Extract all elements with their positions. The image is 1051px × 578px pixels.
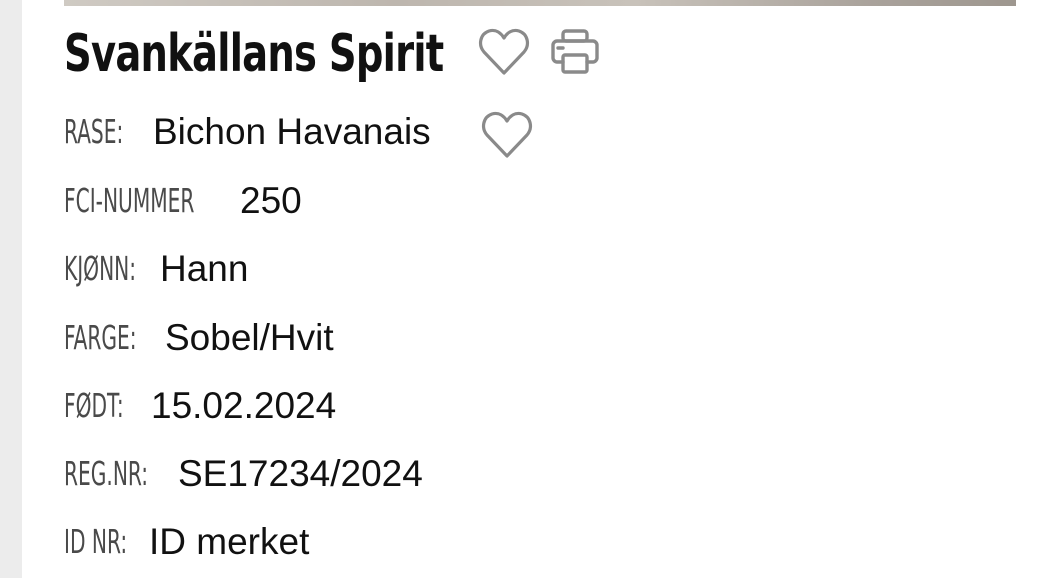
fci-number-label: FCI-NUMMER	[64, 181, 195, 220]
dog-name-title: Svankällans Spirit	[64, 24, 444, 84]
breed-label: RASE:	[64, 112, 124, 151]
page-gutter	[0, 0, 22, 578]
favorite-heart-icon[interactable]	[477, 26, 531, 78]
color-value: Sobel/Hvit	[165, 317, 334, 358]
sex-value: Hann	[160, 248, 249, 289]
dog-photo-bottom-edge	[64, 0, 1016, 6]
breed-value: Bichon Havanais	[153, 111, 431, 152]
birth-date-label: FØDT:	[64, 386, 124, 425]
color-label: FARGE:	[64, 318, 137, 357]
birth-date-value: 15.02.2024	[151, 385, 337, 426]
fci-number-value: 250	[240, 180, 302, 221]
printer-icon[interactable]	[549, 26, 601, 78]
breed-favorite-heart-icon[interactable]	[480, 109, 534, 161]
id-number-value: ID merket	[149, 521, 310, 562]
registration-number-value: SE17234/2024	[178, 453, 423, 494]
sex-label: KJØNN:	[64, 249, 137, 288]
id-number-label: ID NR:	[64, 522, 128, 561]
registration-number-label: REG.NR:	[64, 454, 149, 493]
